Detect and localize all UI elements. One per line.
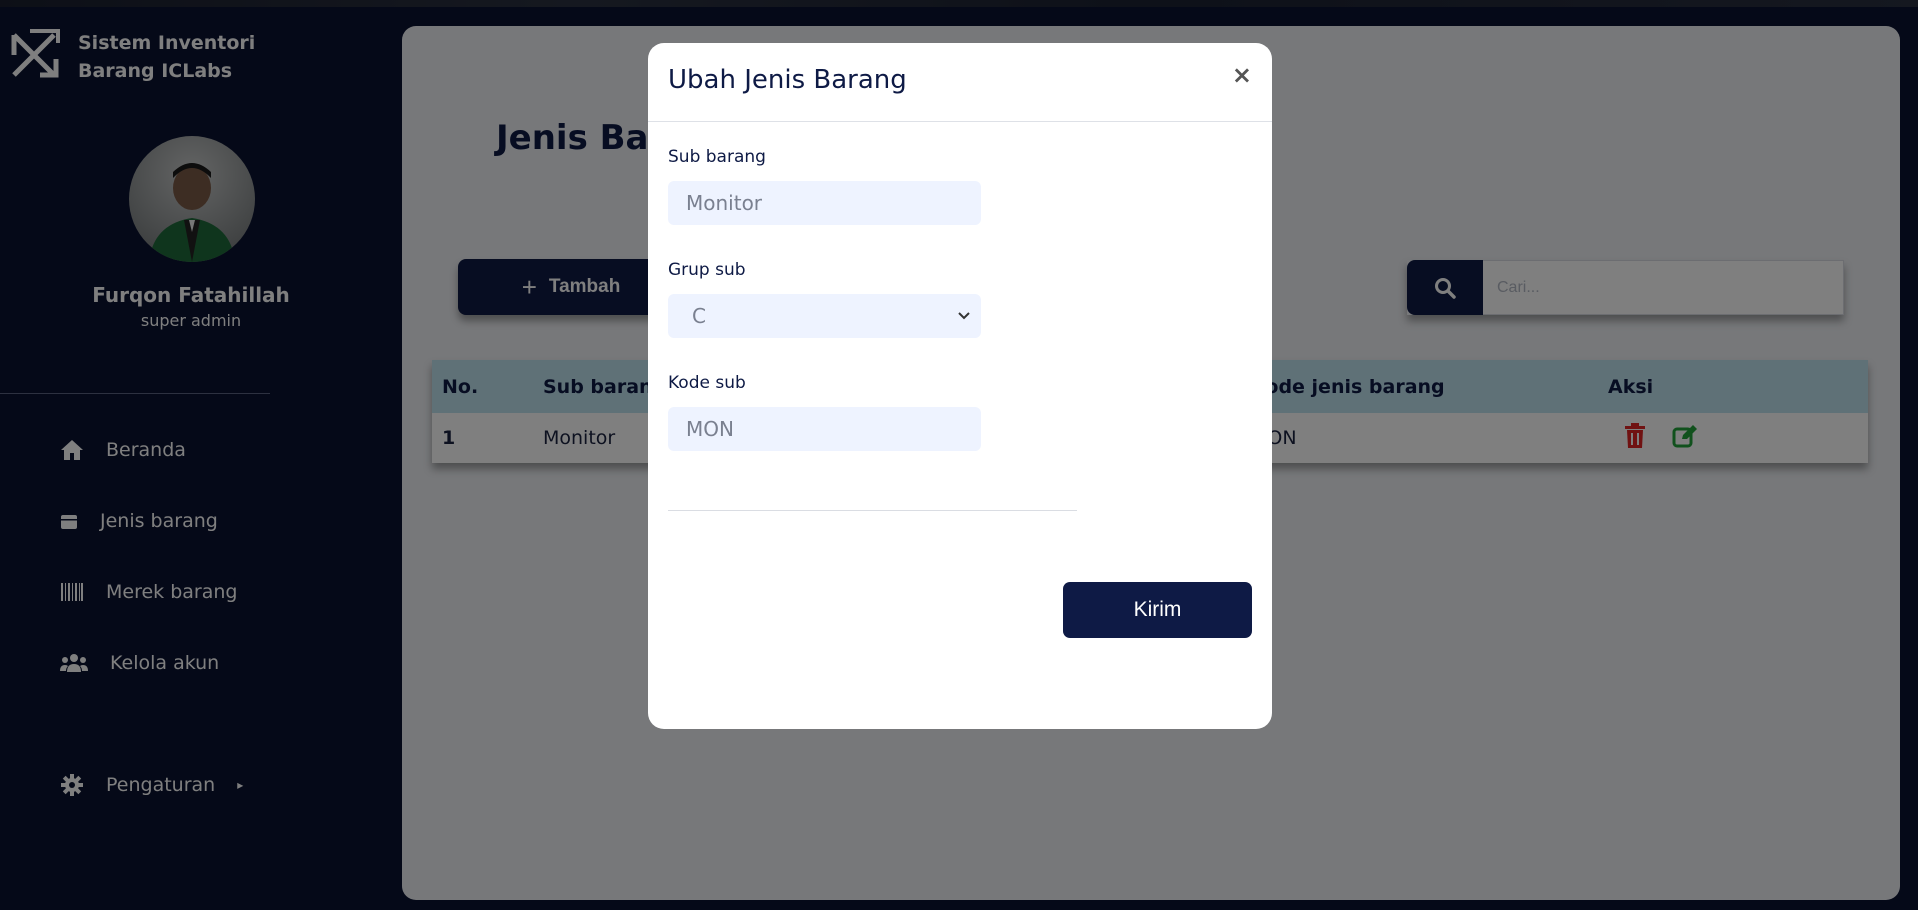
grup-sub-value: C [692,304,706,328]
edit-modal: Ubah Jenis Barang × Sub barang Monitor G… [648,43,1272,729]
submit-button[interactable]: Kirim [1063,582,1252,638]
kode-sub-label: Kode sub [668,373,746,393]
modal-title: Ubah Jenis Barang [668,65,907,95]
grup-sub-label: Grup sub [668,260,746,280]
close-icon[interactable]: × [1232,61,1252,89]
chevron-down-icon [958,312,970,320]
grup-sub-select[interactable]: C [668,294,981,338]
kode-sub-input[interactable]: MON [668,407,981,451]
sub-barang-label: Sub barang [668,147,766,167]
modal-header: Ubah Jenis Barang × [648,43,1272,122]
sub-barang-input[interactable]: Monitor [668,181,981,225]
modal-divider [668,510,1077,511]
app-window: Sistem Inventori Barang ICLabs Furqon Fa… [0,0,1918,910]
